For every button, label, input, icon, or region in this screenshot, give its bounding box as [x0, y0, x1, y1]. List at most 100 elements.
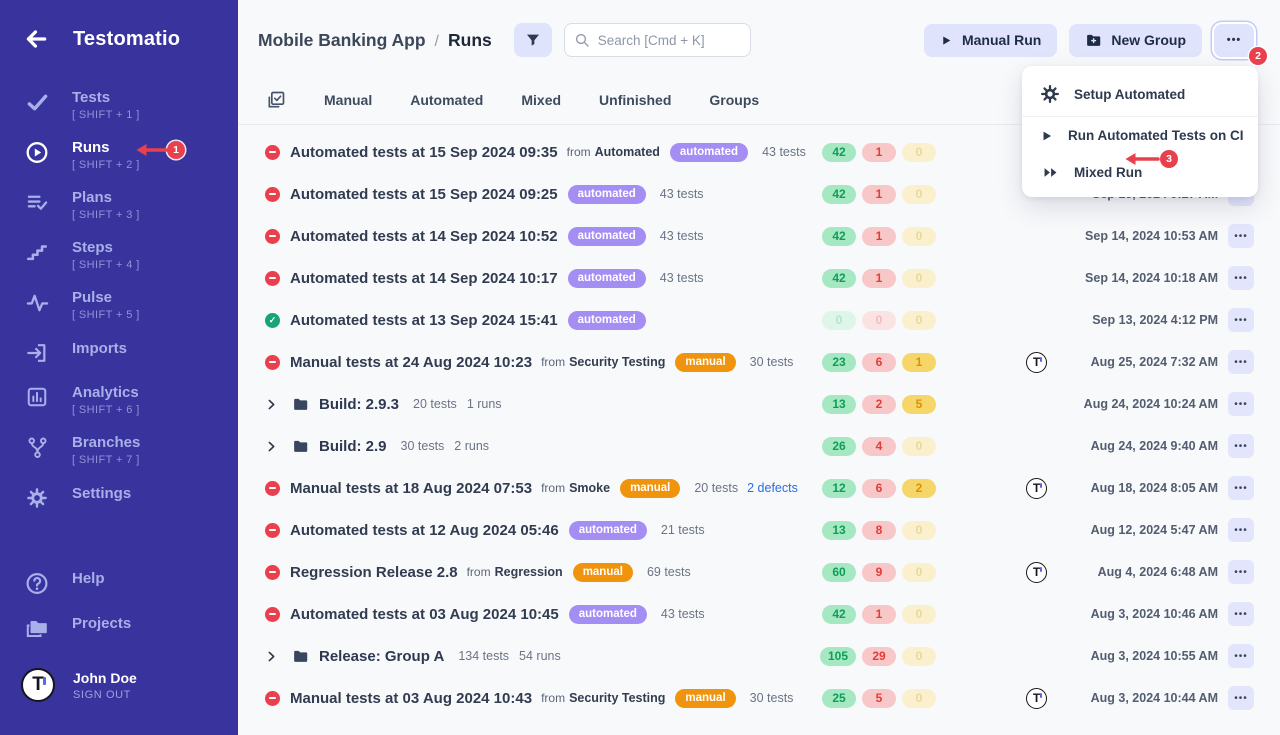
- sidebar-item-projects[interactable]: Projects: [0, 605, 238, 650]
- skipped-count: 0: [902, 311, 936, 330]
- row-more-button[interactable]: •••: [1228, 350, 1254, 374]
- manual-run-button[interactable]: Manual Run: [924, 24, 1057, 57]
- group-row[interactable]: Release: Group A134 tests54 runs105290Au…: [265, 635, 1254, 677]
- annotation-badge-3: 3: [1160, 150, 1178, 168]
- run-row[interactable]: Automated tests at 14 Sep 2024 10:52auto…: [265, 215, 1254, 257]
- run-row[interactable]: Manual tests at 03 Aug 2024 10:43 fromSec…: [265, 677, 1254, 719]
- tab-automated[interactable]: Automated: [410, 92, 483, 108]
- help-icon: [25, 571, 49, 595]
- failed-count: 1: [862, 269, 896, 288]
- sidebar-item-branches[interactable]: Branches[ SHIFT + 7 ]: [0, 425, 238, 475]
- run-title[interactable]: Build: 2.9: [319, 438, 387, 455]
- sidebar-item-help[interactable]: Help: [0, 560, 238, 605]
- run-row[interactable]: Automated tests at 14 Sep 2024 10:17auto…: [265, 257, 1254, 299]
- row-more-button[interactable]: •••: [1228, 476, 1254, 500]
- run-title[interactable]: Automated tests at 14 Sep 2024 10:52: [290, 228, 558, 245]
- run-title[interactable]: Build: 2.9.3: [319, 396, 399, 413]
- menu-item-setup-automated[interactable]: Setup Automated: [1022, 72, 1258, 117]
- run-source: fromSecurity Testing: [541, 691, 665, 705]
- sidebar-item-settings[interactable]: Settings: [0, 475, 238, 520]
- run-source: fromSmoke: [541, 481, 610, 495]
- tab-unfinished[interactable]: Unfinished: [599, 92, 671, 108]
- row-more-button[interactable]: •••: [1228, 266, 1254, 290]
- group-row[interactable]: Build: 2.930 tests2 runs2640Aug 24, 2024…: [265, 425, 1254, 467]
- run-row[interactable]: Regression Release 2.8fromRegressionmanu…: [265, 551, 1254, 593]
- sidebar-item-label: Help: [72, 570, 105, 587]
- search-input[interactable]: [564, 23, 751, 57]
- avatar-cell: T: [1026, 562, 1048, 583]
- failed-count: 1: [862, 143, 896, 162]
- row-more-button[interactable]: •••: [1228, 602, 1254, 626]
- skipped-count: 0: [902, 227, 936, 246]
- run-row[interactable]: Automated tests at 13 Sep 2024 15:41auto…: [265, 299, 1254, 341]
- sidebar-item-shortcut: [ SHIFT + 5 ]: [72, 309, 140, 321]
- runs-count: 1 runs: [467, 397, 502, 411]
- sidebar-item-shortcut: [ SHIFT + 4 ]: [72, 259, 140, 271]
- tab-groups[interactable]: Groups: [709, 92, 759, 108]
- tests-count: 20 tests: [413, 397, 457, 411]
- back-arrow-icon[interactable]: [23, 26, 49, 52]
- sidebar-item-steps[interactable]: Steps[ SHIFT + 4 ]: [0, 230, 238, 280]
- row-more-button[interactable]: •••: [1228, 392, 1254, 416]
- passed-count: 25: [822, 689, 856, 708]
- row-more-button[interactable]: •••: [1228, 560, 1254, 584]
- more-actions-button[interactable]: •••: [1214, 24, 1254, 57]
- run-title[interactable]: Manual tests at 03 Aug 2024 10:43: [290, 690, 532, 707]
- chevron-right-icon[interactable]: [265, 398, 279, 411]
- sidebar-item-analytics[interactable]: Analytics[ SHIFT + 6 ]: [0, 375, 238, 425]
- run-source: fromSecurity Testing: [541, 355, 665, 369]
- breadcrumb-project[interactable]: Mobile Banking App: [258, 30, 426, 51]
- run-timestamp: Aug 3, 2024 10:55 AM: [1048, 649, 1218, 663]
- run-row[interactable]: Automated tests at 12 Aug 2024 05:46 auto…: [265, 509, 1254, 551]
- menu-item-run-automated-tests-on-ci[interactable]: Run Automated Tests on CI: [1022, 117, 1258, 154]
- new-group-button[interactable]: New Group: [1069, 24, 1202, 57]
- run-title[interactable]: Manual tests at 18 Aug 2024 07:53: [290, 480, 532, 497]
- defects-link[interactable]: 2 defects: [747, 481, 798, 495]
- run-row[interactable]: Manual tests at 24 Aug 2024 10:23 fromSec…: [265, 341, 1254, 383]
- sign-out-link[interactable]: SIGN OUT: [73, 689, 137, 701]
- skipped-count: 5: [902, 395, 936, 414]
- run-tag-badge: automated: [569, 521, 647, 540]
- row-more-button[interactable]: •••: [1228, 224, 1254, 248]
- sidebar-item-tests[interactable]: Tests[ SHIFT + 1 ]: [0, 80, 238, 130]
- failed-count: 9: [862, 563, 896, 582]
- row-more-button[interactable]: •••: [1228, 686, 1254, 710]
- sidebar-item-imports[interactable]: Imports: [0, 330, 238, 375]
- annotation-badge-2: 2: [1249, 47, 1267, 65]
- row-more-button[interactable]: •••: [1228, 308, 1254, 332]
- user-section[interactable]: T John Doe SIGN OUT: [0, 658, 238, 712]
- group-row[interactable]: Build: 2.9.320 tests1 runs1325Aug 24, 20…: [265, 383, 1254, 425]
- status-passed-icon: [265, 313, 280, 328]
- filter-button[interactable]: [514, 23, 552, 57]
- tab-manual[interactable]: Manual: [324, 92, 372, 108]
- sidebar-item-plans[interactable]: Plans[ SHIFT + 3 ]: [0, 180, 238, 230]
- run-title[interactable]: Automated tests at 13 Sep 2024 15:41: [290, 312, 558, 329]
- run-title[interactable]: Manual tests at 24 Aug 2024 10:23: [290, 354, 532, 371]
- sidebar-item-pulse[interactable]: Pulse[ SHIFT + 5 ]: [0, 280, 238, 330]
- run-timestamp: Sep 14, 2024 10:53 AM: [1048, 229, 1218, 243]
- row-more-button[interactable]: •••: [1228, 518, 1254, 542]
- passed-count: 60: [822, 563, 856, 582]
- ellipsis-icon: •••: [1227, 34, 1242, 46]
- run-title[interactable]: Regression Release 2.8: [290, 564, 458, 581]
- run-title[interactable]: Automated tests at 15 Sep 2024 09:35: [290, 144, 558, 161]
- select-all-icon[interactable]: [266, 90, 286, 110]
- run-title[interactable]: Release: Group A: [319, 648, 444, 665]
- sidebar-item-runs[interactable]: Runs[ SHIFT + 2 ]: [0, 130, 238, 180]
- run-stats: 2361: [822, 353, 936, 372]
- run-title[interactable]: Automated tests at 03 Aug 2024 10:45: [290, 606, 559, 623]
- run-row[interactable]: Automated tests at 03 Aug 2024 10:45 auto…: [265, 593, 1254, 635]
- tab-mixed[interactable]: Mixed: [521, 92, 561, 108]
- row-more-button[interactable]: •••: [1228, 644, 1254, 668]
- run-title[interactable]: Automated tests at 14 Sep 2024 10:17: [290, 270, 558, 287]
- annotation-arrow-1: [135, 143, 171, 157]
- sidebar-item-label: Tests: [72, 89, 140, 106]
- run-title[interactable]: Automated tests at 15 Sep 2024 09:25: [290, 186, 558, 203]
- run-title[interactable]: Automated tests at 12 Aug 2024 05:46: [290, 522, 559, 539]
- chevron-right-icon[interactable]: [265, 650, 279, 663]
- run-tag-badge: automated: [569, 605, 647, 624]
- chevron-right-icon[interactable]: [265, 440, 279, 453]
- run-row[interactable]: Manual tests at 18 Aug 2024 07:53 fromSmo…: [265, 467, 1254, 509]
- row-more-button[interactable]: •••: [1228, 434, 1254, 458]
- avatar: T: [1026, 352, 1047, 373]
